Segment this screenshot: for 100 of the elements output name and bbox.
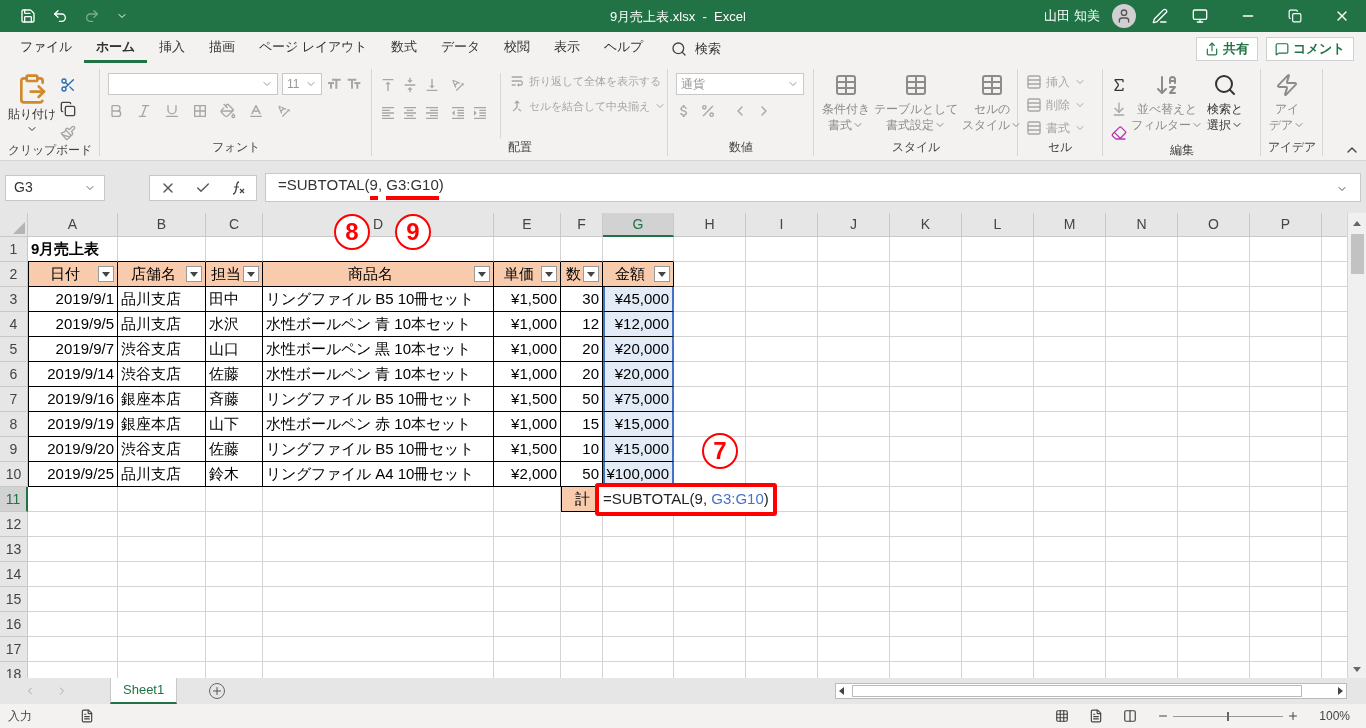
search-icon[interactable] xyxy=(1213,73,1237,97)
column-header[interactable]: B xyxy=(118,213,206,237)
fill-icon[interactable] xyxy=(1111,101,1127,117)
filter-button[interactable] xyxy=(474,266,490,282)
menu-tab[interactable]: 描画 xyxy=(197,34,247,63)
share-button[interactable]: 共有 xyxy=(1196,36,1258,61)
row-header[interactable]: 11 xyxy=(0,487,28,512)
font-size-down-icon[interactable] xyxy=(346,76,362,92)
column-header[interactable]: K xyxy=(890,213,962,237)
zoom-in-icon[interactable] xyxy=(1287,710,1300,722)
filter-button[interactable] xyxy=(583,266,599,282)
scroll-thumb[interactable] xyxy=(1350,234,1364,274)
paste-button[interactable]: 貼り付け xyxy=(8,73,56,141)
scroll-down-icon[interactable] xyxy=(1353,667,1361,672)
row-header[interactable]: 17 xyxy=(0,637,28,662)
page-layout-icon[interactable] xyxy=(1089,709,1104,723)
indent-increase-icon[interactable] xyxy=(472,105,488,121)
menu-tab[interactable]: 表示 xyxy=(541,34,592,63)
filter-button[interactable] xyxy=(541,266,557,282)
row-header[interactable]: 13 xyxy=(0,537,28,562)
horizontal-scrollbar[interactable] xyxy=(835,683,1347,699)
column-header[interactable]: P xyxy=(1250,213,1322,237)
vertical-scrollbar[interactable] xyxy=(1347,213,1366,678)
row-header[interactable]: 1 xyxy=(0,237,28,262)
align-bottom-icon[interactable] xyxy=(424,77,440,93)
row-header[interactable]: 9 xyxy=(0,437,28,462)
scroll-thumb[interactable] xyxy=(852,685,1302,697)
filter-button[interactable] xyxy=(654,266,670,282)
corner-triangle-icon[interactable] xyxy=(13,222,25,234)
menu-tab[interactable]: 挿入 xyxy=(147,34,197,63)
accessibility-icon[interactable] xyxy=(80,709,94,723)
caret-icon[interactable] xyxy=(478,271,486,277)
zoom-thumb[interactable] xyxy=(1227,711,1230,721)
font-name-field[interactable] xyxy=(108,73,278,95)
row-header[interactable]: 12 xyxy=(0,512,28,537)
row-header[interactable]: 8 xyxy=(0,412,28,437)
caret-icon[interactable] xyxy=(587,271,595,277)
caret-icon[interactable] xyxy=(190,271,198,277)
menu-tab[interactable]: ホーム xyxy=(84,34,147,63)
menu-tab[interactable]: データ xyxy=(428,34,492,63)
column-header[interactable]: C xyxy=(206,213,263,237)
column-header[interactable]: M xyxy=(1034,213,1106,237)
copy-icon[interactable] xyxy=(60,101,76,117)
row-header[interactable]: 6 xyxy=(0,362,28,387)
sheet-tab[interactable]: Sheet1 xyxy=(110,678,178,704)
orientation-icon[interactable] xyxy=(450,77,466,93)
row-header[interactable]: 16 xyxy=(0,612,28,637)
caret-icon[interactable] xyxy=(545,271,553,277)
font-color-icon[interactable] xyxy=(248,103,264,119)
name-box[interactable]: G3 xyxy=(5,174,105,201)
search-label[interactable]: 検索 xyxy=(694,38,721,59)
caret-icon[interactable] xyxy=(247,271,255,277)
column-header[interactable]: J xyxy=(818,213,890,237)
fill-color-icon[interactable] xyxy=(220,103,236,119)
restore-icon[interactable] xyxy=(1288,9,1302,23)
italic-icon[interactable] xyxy=(136,103,152,119)
column-header[interactable]: A xyxy=(28,213,118,237)
row-header[interactable]: 14 xyxy=(0,562,28,587)
scroll-left-icon[interactable] xyxy=(839,687,844,695)
cut-icon[interactable] xyxy=(60,77,76,93)
scroll-up-icon[interactable] xyxy=(1353,221,1361,226)
insert-function-icon[interactable] xyxy=(230,179,247,196)
zoom-level[interactable]: 100% xyxy=(1319,707,1350,725)
align-top-icon[interactable] xyxy=(380,77,396,93)
align-middle-icon[interactable] xyxy=(402,77,418,93)
phonetic-icon[interactable] xyxy=(276,103,292,119)
column-header[interactable]: G xyxy=(603,213,674,237)
align-right-icon[interactable] xyxy=(424,105,440,121)
scroll-right-icon[interactable] xyxy=(1338,687,1343,695)
sum-icon[interactable] xyxy=(1111,77,1127,93)
column-header[interactable]: E xyxy=(494,213,561,237)
percent-icon[interactable] xyxy=(700,103,716,119)
column-header[interactable]: H xyxy=(674,213,746,237)
bold-icon[interactable] xyxy=(108,103,124,119)
column-header[interactable]: N xyxy=(1106,213,1178,237)
borders-icon[interactable] xyxy=(192,103,208,119)
avatar-icon[interactable] xyxy=(1112,4,1136,28)
indent-decrease-icon[interactable] xyxy=(450,105,466,121)
row-header[interactable]: 4 xyxy=(0,312,28,337)
comment-button[interactable]: コメント xyxy=(1266,36,1354,61)
caret-icon[interactable] xyxy=(102,271,110,277)
row-header[interactable]: 18 xyxy=(0,662,28,678)
menu-tab[interactable]: ページ レイアウト xyxy=(247,34,379,63)
search-icon[interactable] xyxy=(670,40,687,57)
row-header[interactable]: 5 xyxy=(0,337,28,362)
row-header[interactable]: 2 xyxy=(0,262,28,287)
align-center-icon[interactable] xyxy=(402,105,418,121)
column-header[interactable]: I xyxy=(746,213,818,237)
menu-tab[interactable]: ヘルプ xyxy=(591,34,655,63)
share-icon[interactable] xyxy=(1205,41,1219,56)
column-header[interactable]: O xyxy=(1178,213,1250,237)
underline-icon[interactable] xyxy=(164,103,180,119)
align-left-icon[interactable] xyxy=(380,105,396,121)
ribbon-display-icon[interactable] xyxy=(1192,8,1208,24)
filter-button[interactable] xyxy=(243,266,259,282)
eraser-icon[interactable] xyxy=(1111,125,1127,141)
row-header[interactable]: 10 xyxy=(0,462,28,487)
filter-button[interactable] xyxy=(98,266,114,282)
filter-button[interactable] xyxy=(186,266,202,282)
menu-tab[interactable]: ファイル xyxy=(8,34,84,63)
